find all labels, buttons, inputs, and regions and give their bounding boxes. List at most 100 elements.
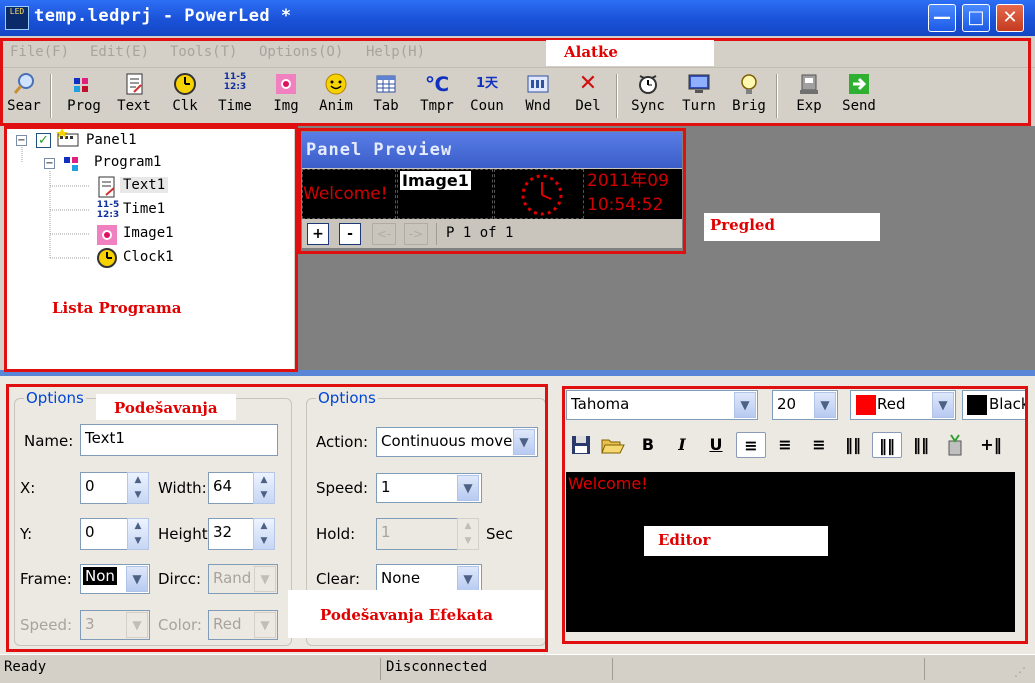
clear-dropdown-icon[interactable]: ▼	[457, 566, 479, 592]
valign-bottom-icon[interactable]: ‖‖	[906, 432, 936, 458]
preview-image-region[interactable]: Image1	[397, 169, 493, 219]
tree-panel-label[interactable]: Panel1	[86, 132, 137, 148]
status-divider	[612, 658, 614, 680]
font-dropdown-icon[interactable]: ▼	[734, 392, 756, 418]
text-icon	[121, 72, 147, 96]
collapse-toggle[interactable]: −	[16, 135, 27, 146]
open-folder-icon[interactable]	[598, 432, 628, 458]
save-icon[interactable]	[566, 432, 596, 458]
editor-scrollbar[interactable]	[1015, 472, 1027, 632]
toolbar-brightness-button[interactable]: Brig	[726, 70, 772, 122]
height-spinner[interactable]: ▲ ▼	[253, 518, 275, 550]
font-select[interactable]: Tahoma	[566, 390, 758, 420]
frame-value: Non	[83, 567, 117, 585]
program-icon	[71, 72, 97, 96]
effect-speed-dropdown-icon[interactable]: ▼	[457, 475, 479, 501]
menu-help[interactable]: Help(H)	[366, 44, 425, 60]
text-color-swatch	[856, 395, 876, 415]
width-spinner[interactable]: ▲ ▼	[253, 472, 275, 504]
toolbar-table-button[interactable]: Tab	[363, 70, 409, 122]
color-dropdown-icon[interactable]: ▼	[254, 612, 276, 638]
y-input[interactable]: 0	[80, 518, 128, 550]
toolbar-sync-button[interactable]: Sync	[625, 70, 671, 122]
toolbar-separator	[616, 74, 618, 118]
toolbar-turn-button[interactable]: Turn	[676, 70, 722, 122]
color-label: Color:	[158, 616, 202, 634]
font-size-dropdown-icon[interactable]: ▼	[814, 392, 836, 418]
insert-space-icon[interactable]: +‖	[976, 432, 1006, 458]
annotation-label-preview: Pregled	[704, 213, 880, 241]
next-page-button[interactable]: ->	[404, 223, 428, 245]
action-label: Action:	[316, 433, 369, 451]
toolbar-clock-button[interactable]: Clk	[162, 70, 208, 122]
align-center-icon[interactable]: ≡	[770, 432, 800, 458]
toolbar-counter-button[interactable]: 1天 Coun	[464, 70, 510, 122]
tree-item-text1[interactable]: Text1	[120, 177, 169, 193]
height-input[interactable]: 32	[208, 518, 254, 550]
y-spinner[interactable]: ▲ ▼	[127, 518, 149, 550]
align-right-icon[interactable]: ≡	[804, 432, 834, 458]
toolbar-image-button[interactable]: Img	[263, 70, 309, 122]
frame-dropdown-icon[interactable]: ▼	[126, 566, 148, 592]
collapse-toggle[interactable]: −	[44, 158, 55, 169]
bold-button[interactable]: B	[633, 432, 663, 458]
dircc-dropdown-icon[interactable]: ▼	[254, 566, 276, 592]
valign-middle-icon[interactable]: ‖‖	[872, 432, 902, 458]
x-input[interactable]: 0	[80, 472, 128, 504]
annotation-label-effect-settings: Podešavanja Efekata	[288, 590, 544, 638]
clear-format-icon[interactable]	[940, 432, 970, 458]
action-dropdown-icon[interactable]: ▼	[513, 429, 535, 455]
effect-speed-label: Speed:	[316, 479, 369, 497]
text-color-dropdown-icon[interactable]: ▼	[932, 392, 954, 418]
minimize-button[interactable]: —	[928, 4, 956, 32]
toolbar-search-button[interactable]: Sear	[1, 70, 47, 122]
editor-content[interactable]: Welcome!	[568, 474, 648, 493]
text-icon	[96, 176, 120, 198]
hold-spinner[interactable]: ▲ ▼	[457, 518, 479, 550]
toolbar-temperature-button[interactable]: ℃ Tmpr	[414, 70, 460, 122]
app-icon: LED	[5, 6, 29, 30]
width-input[interactable]: 64	[208, 472, 254, 504]
italic-button[interactable]: I	[667, 432, 697, 458]
x-spinner[interactable]: ▲ ▼	[127, 472, 149, 504]
menu-file[interactable]: File(F)	[10, 44, 69, 60]
preview-clock-region[interactable]	[494, 169, 584, 219]
prev-page-button[interactable]: <-	[372, 223, 396, 245]
menu-options[interactable]: Options(O)	[259, 44, 343, 60]
toolbar-delete-button[interactable]: ✕ Del	[565, 70, 611, 122]
toolbar-animation-button[interactable]: Anim	[313, 70, 359, 122]
preview-text-region[interactable]: Welcome!	[302, 169, 396, 219]
menu-edit[interactable]: Edit(E)	[90, 44, 149, 60]
underline-button[interactable]: U	[701, 432, 731, 458]
toolbar-text-button[interactable]: Text	[111, 70, 157, 122]
valign-top-icon[interactable]: ‖‖	[838, 432, 868, 458]
align-left-icon[interactable]: ≡	[736, 432, 766, 458]
speed-dropdown-icon[interactable]: ▼	[126, 612, 148, 638]
y-label: Y:	[20, 525, 33, 543]
window-icon	[525, 72, 551, 96]
tree-item-image1[interactable]: Image1	[123, 225, 174, 241]
toolbar-export-button[interactable]: Exp	[786, 70, 832, 122]
panel-checkbox[interactable]: ✓	[36, 133, 51, 148]
maximize-button[interactable]: □	[962, 4, 990, 32]
search-icon	[11, 72, 37, 96]
width-label: Width:	[158, 479, 207, 497]
resize-grip-icon[interactable]: ⋰	[1014, 665, 1030, 681]
delete-icon: ✕	[578, 71, 598, 96]
preview-time-region[interactable]: 2011年09 10:54:52	[585, 169, 682, 219]
zoom-in-button[interactable]: +	[307, 223, 329, 245]
tree-item-time1[interactable]: Time1	[123, 201, 165, 217]
toolbar-separator	[50, 74, 52, 118]
clock-icon	[172, 72, 198, 96]
zoom-out-button[interactable]: -	[339, 223, 361, 245]
toolbar-window-button[interactable]: Wnd	[515, 70, 561, 122]
toolbar-time-button[interactable]: 11-5 12:3 Time	[212, 70, 258, 122]
tree-program-label[interactable]: Program1	[94, 154, 161, 170]
menu-tools[interactable]: Tools(T)	[170, 44, 237, 60]
close-button[interactable]: ✕	[996, 4, 1024, 32]
tree-item-clock1[interactable]: Clock1	[123, 249, 174, 265]
toolbar-send-button[interactable]: Send	[836, 70, 882, 122]
toolbar-program-button[interactable]: Prog	[61, 70, 107, 122]
name-input[interactable]: Text1	[80, 424, 278, 456]
hold-input[interactable]: 1	[376, 518, 458, 550]
